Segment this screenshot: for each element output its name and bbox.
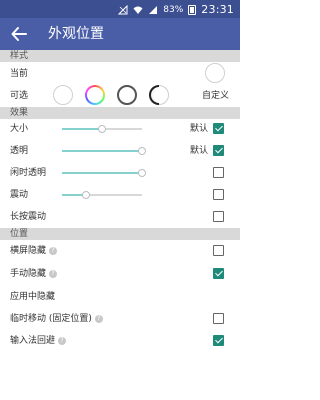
idle-opacity-label: 闲时透明 xyxy=(10,168,47,178)
app-bar: 外观位置 xyxy=(0,18,240,50)
slider-fill xyxy=(62,150,142,152)
status-bar: 83% 23:31 xyxy=(0,0,240,18)
slider-thumb[interactable] xyxy=(138,169,146,177)
size-default-checkbox[interactable] xyxy=(213,123,224,134)
ime-avoid-label: 输入法回避 xyxy=(10,336,56,346)
slider-thumb[interactable] xyxy=(82,191,90,199)
idle-opacity-checkbox[interactable] xyxy=(213,167,224,178)
vibration-slider[interactable] xyxy=(62,191,142,199)
current-style-label: 当前 xyxy=(10,69,29,79)
wifi-icon xyxy=(133,6,143,14)
temp-move-label: 临时移动 (固定位置) xyxy=(10,314,92,324)
rainbow-inner xyxy=(87,87,103,103)
ime-avoid-checkbox[interactable] xyxy=(213,335,224,346)
style-option-dark-ring[interactable] xyxy=(117,85,137,105)
size-default-label: 默认 xyxy=(190,124,209,134)
battery-percent: 83% xyxy=(163,4,184,15)
page-title: 外观位置 xyxy=(48,26,104,42)
help-icon[interactable]: ? xyxy=(58,336,67,345)
hide-manual-row: 手动隐藏? xyxy=(10,268,58,280)
temp-move-checkbox[interactable] xyxy=(213,313,224,324)
section-header-position: 位置 xyxy=(0,228,240,240)
long-press-vibration-checkbox[interactable] xyxy=(213,211,224,222)
help-icon[interactable]: ? xyxy=(94,314,103,323)
style-option-shadow[interactable] xyxy=(149,85,169,105)
section-header-style: 样式 xyxy=(0,50,240,62)
hide-manual-checkbox[interactable] xyxy=(213,268,224,279)
hide-landscape-label: 横屏隐藏 xyxy=(10,246,47,256)
idle-opacity-slider[interactable] xyxy=(62,169,146,177)
status-icons: 83% 23:31 xyxy=(118,3,234,16)
hide-in-apps-label[interactable]: 应用中隐藏 xyxy=(10,291,55,303)
sim-icon xyxy=(149,5,158,14)
opacity-default-label: 默认 xyxy=(190,146,209,156)
available-styles-label: 可选 xyxy=(10,91,29,101)
slider-fill xyxy=(62,128,102,130)
signal-off-icon xyxy=(118,4,128,14)
status-time: 23:31 xyxy=(201,3,234,16)
style-option-plain[interactable] xyxy=(53,85,73,105)
long-press-vibration-label: 长按震动 xyxy=(10,212,47,222)
custom-style-label[interactable]: 自定义 xyxy=(202,90,229,102)
shadow-arc xyxy=(149,85,159,105)
style-option-rainbow[interactable] xyxy=(85,85,105,105)
slider-fill xyxy=(62,172,142,174)
hide-landscape-checkbox[interactable] xyxy=(213,245,224,256)
vibration-checkbox[interactable] xyxy=(213,189,224,200)
opacity-slider[interactable] xyxy=(62,147,146,155)
slider-thumb[interactable] xyxy=(138,147,146,155)
opacity-default-checkbox[interactable] xyxy=(213,145,224,156)
back-arrow-icon[interactable] xyxy=(10,25,28,43)
help-icon[interactable]: ? xyxy=(49,269,58,278)
ime-avoid-row: 输入法回避? xyxy=(10,335,67,347)
hide-manual-label: 手动隐藏 xyxy=(10,269,47,279)
current-style-preview xyxy=(205,63,225,83)
hide-landscape-row: 横屏隐藏? xyxy=(10,245,58,257)
help-icon[interactable]: ? xyxy=(49,246,58,255)
vibration-label: 震动 xyxy=(10,190,29,200)
size-slider[interactable] xyxy=(62,125,142,133)
section-header-effects: 效果 xyxy=(0,107,240,119)
size-label: 大小 xyxy=(10,124,29,134)
opacity-label: 透明 xyxy=(10,146,29,156)
slider-thumb[interactable] xyxy=(98,125,106,133)
temp-move-row: 临时移动 (固定位置)? xyxy=(10,313,103,325)
battery-icon xyxy=(188,4,197,15)
